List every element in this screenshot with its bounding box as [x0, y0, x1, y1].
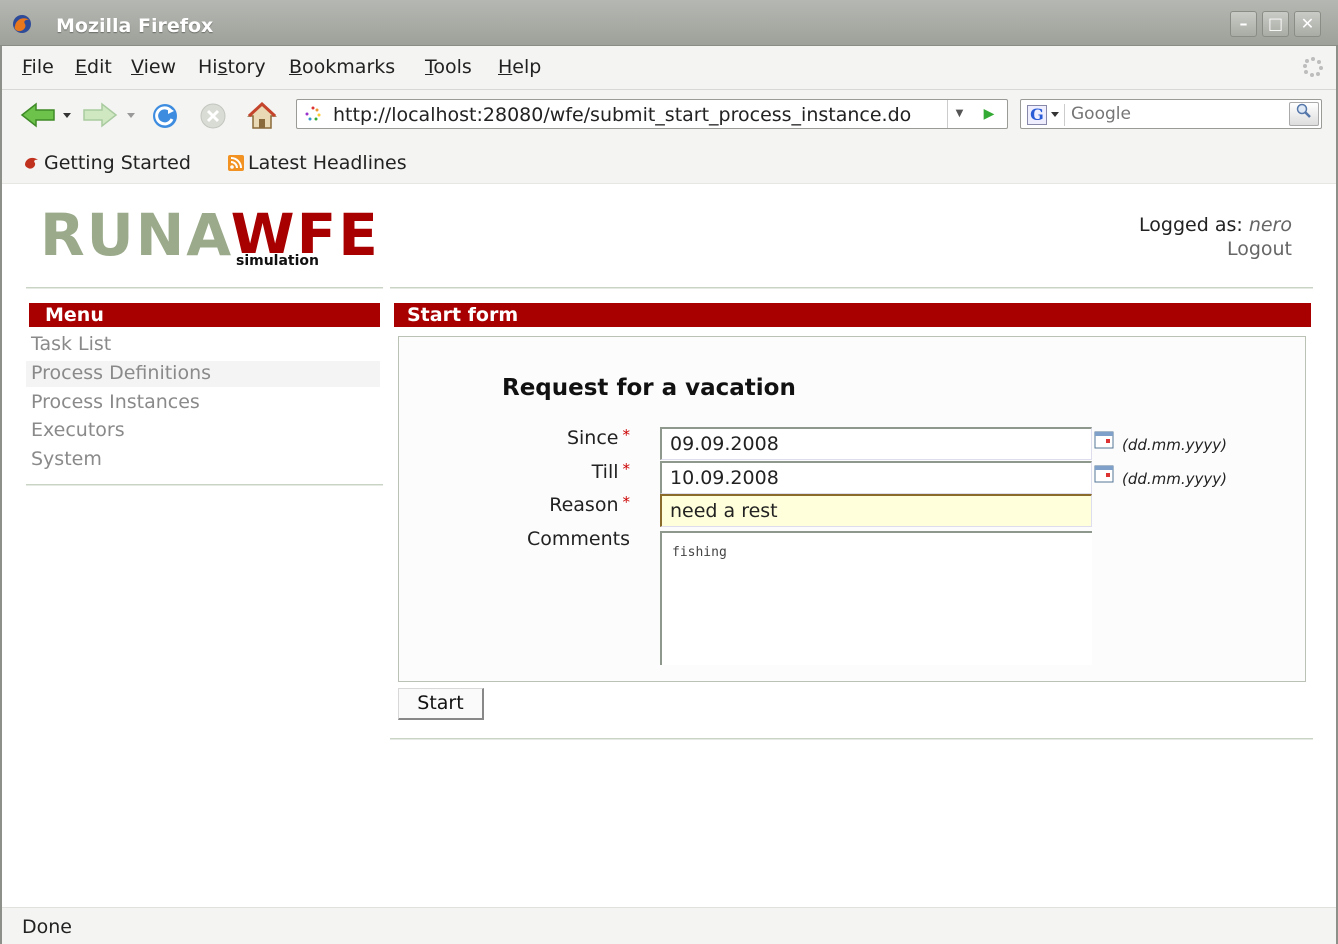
divider — [26, 287, 383, 289]
till-date-format-hint: (dd.mm.yyyy) — [1122, 470, 1228, 488]
menu-bar: File Edit View History Bookmarks Tools H… — [0, 46, 1338, 90]
menu-edit[interactable]: Edit — [75, 56, 112, 78]
status-text: Done — [22, 916, 72, 938]
sidebar-item-task-list[interactable]: Task List — [31, 333, 111, 355]
page-content: RUNAWFE simulation Logged as: nero Logou… — [0, 185, 1338, 907]
home-icon[interactable] — [246, 102, 278, 130]
sidebar-item-process-instances[interactable]: Process Instances — [31, 391, 200, 413]
window-titlebar: Mozilla Firefox – □ ✕ — [0, 0, 1338, 46]
stop-icon[interactable] — [198, 102, 228, 130]
menu-header: Menu — [29, 303, 380, 327]
rss-feed-icon — [228, 155, 244, 171]
search-engine-selector[interactable]: G — [1025, 104, 1065, 126]
comments-textarea[interactable]: fishing — [660, 531, 1092, 665]
till-date-input[interactable] — [660, 461, 1092, 494]
magnifier-icon — [1296, 103, 1311, 118]
divider — [390, 738, 1313, 740]
sidebar-item-process-definitions[interactable]: Process Definitions — [31, 362, 211, 384]
since-date-format-hint: (dd.mm.yyyy) — [1122, 436, 1228, 454]
close-button[interactable]: ✕ — [1294, 11, 1321, 37]
since-label: Since * — [566, 426, 631, 449]
logo-subtitle: simulation — [234, 253, 322, 269]
bookmark-getting-started[interactable]: Getting Started — [24, 152, 191, 174]
firefox-bookmark-icon — [25, 157, 38, 169]
engine-dropdown-icon — [1051, 112, 1059, 117]
forward-arrow-icon[interactable] — [80, 102, 118, 128]
required-marker: * — [622, 426, 631, 444]
calendar-icon[interactable] — [1094, 431, 1114, 449]
start-form-header: Start form — [394, 303, 1311, 327]
logged-as-label: Logged as: — [1139, 214, 1243, 236]
window-border-left — [0, 46, 2, 944]
search-input[interactable] — [1071, 103, 1279, 125]
bookmark-latest-headlines[interactable]: Latest Headlines — [228, 152, 407, 174]
minimize-button[interactable]: – — [1230, 11, 1257, 37]
start-button[interactable]: Start — [398, 688, 484, 720]
menu-help[interactable]: Help — [498, 56, 541, 78]
back-arrow-icon[interactable] — [20, 102, 58, 128]
reason-label: Reason * — [549, 493, 631, 516]
required-marker: * — [622, 460, 631, 478]
sidebar-item-system[interactable]: System — [31, 448, 102, 470]
go-arrow-icon[interactable]: ▶ — [973, 100, 1005, 128]
back-dropdown-icon[interactable] — [62, 112, 72, 120]
since-date-input[interactable] — [660, 427, 1092, 460]
google-engine-icon: G — [1027, 105, 1047, 125]
url-bar[interactable]: http://localhost:28080/wfe/submit_start_… — [296, 99, 1008, 129]
search-button[interactable] — [1289, 102, 1319, 126]
menu-history[interactable]: History — [198, 56, 266, 78]
url-history-dropdown-icon[interactable]: ▼ — [947, 100, 971, 128]
menu-file[interactable]: File — [22, 56, 54, 78]
maximize-button[interactable]: □ — [1262, 11, 1289, 37]
comments-label: Comments — [527, 528, 630, 550]
menu-view[interactable]: View — [131, 56, 176, 78]
divider — [390, 287, 1313, 289]
form-title: Request for a vacation — [502, 375, 796, 401]
user-info: Logged as: nero Logout — [1139, 213, 1292, 261]
logout-link[interactable]: Logout — [1139, 237, 1292, 261]
username: nero — [1248, 214, 1292, 236]
menu-tools[interactable]: Tools — [425, 56, 472, 78]
reason-input[interactable] — [660, 494, 1092, 527]
status-bar: Done — [0, 907, 1338, 944]
menu-bookmarks[interactable]: Bookmarks — [289, 56, 395, 78]
forward-dropdown-icon[interactable] — [126, 112, 136, 120]
loading-favicon-icon — [305, 106, 321, 121]
required-marker: * — [622, 493, 631, 511]
search-box[interactable]: G — [1020, 99, 1322, 129]
bookmarks-toolbar: Getting Started Latest Headlines — [0, 138, 1338, 184]
runawfe-logo: RUNAWFE — [40, 201, 380, 269]
sidebar-item-executors[interactable]: Executors — [31, 419, 125, 441]
divider — [26, 484, 383, 486]
window-title: Mozilla Firefox — [56, 15, 214, 37]
throbber-icon — [1303, 57, 1323, 77]
calendar-icon[interactable] — [1094, 465, 1114, 483]
reload-icon[interactable] — [150, 102, 180, 130]
till-label: Till * — [591, 460, 631, 483]
url-text[interactable]: http://localhost:28080/wfe/submit_start_… — [333, 104, 943, 126]
firefox-logo-icon — [13, 15, 31, 33]
